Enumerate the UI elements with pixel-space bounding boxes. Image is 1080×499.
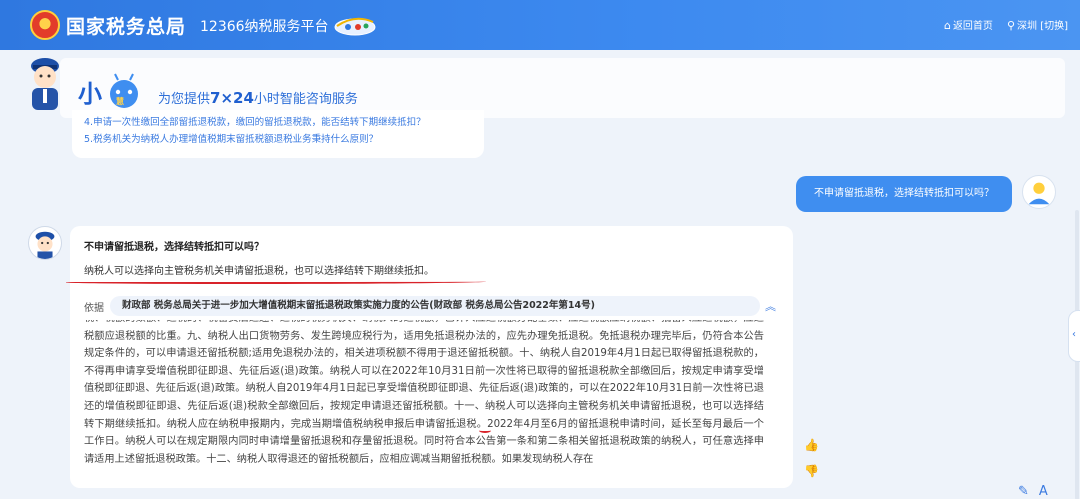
svg-text:小: 小 (78, 80, 102, 108)
assistant-avatar (28, 226, 62, 260)
city-label: 深圳 (1017, 21, 1037, 32)
answer-text: 纳税人可以选择向主管税务机关申请留抵退税，也可以选择结转下期继续抵扣。 (66, 262, 486, 284)
platform-name[interactable]: 12366纳税服务平台 (200, 16, 329, 36)
suggested-question-5[interactable]: 5.税务机关为纳税人办理增值税期末留抵税额退税业务秉持什么原则？ (84, 131, 472, 148)
assistant-tagline: 为您提供7×24小时智能咨询服务 (158, 88, 358, 107)
collapse-chevron-icon[interactable]: ︽ (765, 298, 776, 314)
site-title[interactable]: 国家税务总局 (66, 12, 186, 39)
thumbs-up-icon[interactable]: 👍 (804, 438, 819, 452)
user-message-bubble: 不申请留抵退税，选择结转抵扣可以吗？ (796, 176, 1012, 212)
assistant-answer-card: 不申请留抵退税，选择结转抵扣可以吗？ 纳税人可以选择向主管税务机关申请留抵退税，… (66, 226, 793, 488)
top-header-bar: 国家税务总局 12366纳税服务平台 ⌂ 返回首页 ⚲ 深圳 [切换] (0, 0, 1080, 50)
chat-area: 小 慧 为您提供7×24小时智能咨询服务 4.申请一次性缴回全部留抵退税款，缴回… (0, 50, 1080, 499)
bottom-toolbar: ✎ A (1018, 484, 1048, 499)
basis-document-link[interactable]: 财政部 税务总局关于进一步加大增值税期末留抵退税政策实施力度的公告(财政部 税务… (110, 296, 760, 316)
red-underline-annotation (66, 280, 486, 284)
doc-text-after: 纳税人应在纳税申报期内，完成当期增值税纳税申报后申请留抵退税。2022年4月至6… (84, 418, 764, 465)
location-pin-icon: ⚲ (1006, 19, 1015, 32)
national-emblem-logo (30, 10, 60, 40)
basis-row: 依据 财政部 税务总局关于进一步加大增值税期末留抵退税政策实施力度的公告(财政部… (84, 296, 784, 316)
user-avatar (1022, 175, 1056, 209)
tagline-hours: 7×24 (210, 89, 254, 107)
thumbs-down-icon[interactable]: 👎 (804, 464, 819, 478)
doc-text-before: 税、税额的数额、退税的、税留费后退还、退税的税务机关、纳税人的退税额，已计人应退… (84, 320, 764, 412)
xiaohui-logo: 小 慧 (78, 73, 138, 108)
svg-text:慧: 慧 (116, 96, 124, 106)
answer-question-title: 不申请留抵退税，选择结转抵扣可以吗？ (84, 242, 264, 253)
tagline-suffix: 小时智能咨询服务 (253, 92, 358, 107)
policy-document-excerpt[interactable]: 税、税额的数额、退税的、税留费后退还、退税的税务机关、纳税人的退税额，已计人应退… (84, 320, 774, 488)
home-link[interactable]: ⌂ 返回首页 (944, 17, 993, 32)
answer-text-content: 纳税人可以选择向主管税务机关申请留抵退税，也可以选择结转下期继续抵扣。 (84, 266, 434, 277)
home-link-label: 返回首页 (952, 21, 993, 32)
chevron-left-icon: ‹ (1072, 329, 1076, 340)
tagline-prefix: 为您提供 (158, 92, 211, 107)
top-nav: ⌂ 返回首页 ⚲ 深圳 [切换] (944, 17, 1068, 32)
side-expand-tab[interactable]: ‹ (1068, 310, 1080, 362)
12366-badge-logo (334, 17, 376, 36)
font-size-icon[interactable]: A (1039, 484, 1048, 499)
policy-document-text: 税、税额的数额、退税的、税留费后退还、退税的税务机关、纳税人的退税额，已计人应退… (84, 320, 764, 468)
city-switch-link[interactable]: [切换] (1040, 21, 1068, 32)
basis-label: 依据 (84, 303, 104, 314)
city-selector[interactable]: ⚲ 深圳 [切换] (1007, 17, 1068, 32)
tax-officer-mascot (31, 58, 59, 110)
home-icon: ⌂ (943, 19, 951, 32)
suggested-questions: 4.申请一次性缴回全部留抵退税款，缴回的留抵退税款，能否结转下期继续抵扣？ 5.… (72, 110, 484, 158)
suggested-question-4[interactable]: 4.申请一次性缴回全部留抵退税款，缴回的留抵退税款，能否结转下期继续抵扣？ (84, 114, 472, 131)
pen-icon[interactable]: ✎ (1018, 484, 1029, 499)
